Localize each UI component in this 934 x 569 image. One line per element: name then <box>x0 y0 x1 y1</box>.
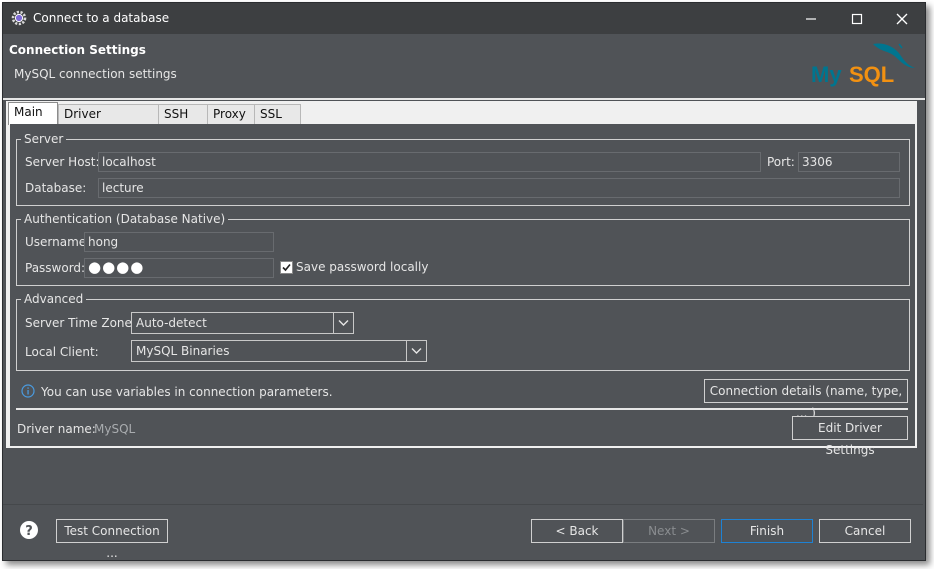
tab-ssl[interactable]: SSL <box>254 104 301 124</box>
password-label: Password: <box>25 261 86 275</box>
advanced-group-legend: Advanced <box>24 292 84 306</box>
authentication-group-legend: Authentication (Database Native) <box>24 212 226 226</box>
title-bar: Connect to a database <box>3 3 925 34</box>
dialog-header: Connection Settings MySQL connection set… <box>3 34 925 98</box>
server-time-zone-label: Server Time Zone: <box>25 316 136 330</box>
minimize-button[interactable] <box>788 3 834 34</box>
tab-main-label: Main <box>14 105 43 119</box>
maximize-button[interactable] <box>834 3 880 34</box>
variables-info-text: You can use variables in connection para… <box>41 385 333 399</box>
server-time-zone-dropdown-button[interactable] <box>333 313 353 333</box>
local-client-select[interactable]: MySQL Binaries <box>131 340 427 362</box>
tab-ssh-label: SSH <box>164 107 189 121</box>
app-gear-icon <box>11 10 27 26</box>
chevron-down-icon <box>338 320 349 326</box>
server-time-zone-value: Auto-detect <box>136 316 207 330</box>
back-button[interactable]: < Back <box>531 519 623 543</box>
header-title: Connection Settings <box>9 43 146 57</box>
local-client-value: MySQL Binaries <box>136 344 230 358</box>
tab-ssh[interactable]: SSH <box>158 104 208 124</box>
finish-button[interactable]: Finish <box>721 519 813 543</box>
checkmark-icon <box>282 263 291 272</box>
database-label: Database: <box>25 181 87 195</box>
footer-separator <box>3 504 923 505</box>
close-button[interactable] <box>879 3 925 34</box>
server-host-input[interactable]: localhost <box>98 152 761 172</box>
driver-name-label: Driver name: <box>17 422 96 436</box>
header-separator <box>3 98 925 100</box>
cancel-button[interactable]: Cancel <box>819 519 911 543</box>
next-button[interactable]: Next > <box>623 519 715 543</box>
connection-details-button[interactable]: Connection details (name, type, ... ) <box>704 379 908 420</box>
database-input[interactable]: lecture <box>98 178 900 198</box>
username-label: Username: <box>25 235 91 249</box>
server-host-label: Server Host: <box>25 155 100 169</box>
driver-name-value: MySQL <box>94 422 136 436</box>
logo-sql-text: SQL <box>849 62 894 87</box>
tab-driver-properties[interactable]: Driver properties <box>58 104 159 140</box>
username-input[interactable]: hong <box>84 232 274 252</box>
server-group-legend: Server <box>24 132 64 146</box>
help-icon[interactable]: ? <box>19 520 39 540</box>
save-password-checkbox[interactable] <box>280 261 293 274</box>
minimize-icon <box>806 18 816 20</box>
test-connection-button[interactable]: Test Connection ... <box>56 519 168 560</box>
window-title: Connect to a database <box>33 11 170 25</box>
local-client-label: Local Client: <box>25 345 99 359</box>
close-icon <box>896 13 908 25</box>
chevron-down-icon <box>411 348 422 354</box>
save-password-label: Save password locally <box>296 260 429 274</box>
driver-separator <box>16 408 908 410</box>
tab-proxy[interactable]: Proxy <box>207 104 255 124</box>
port-input[interactable]: 3306 <box>798 152 900 172</box>
header-subtitle: MySQL connection settings <box>14 67 177 81</box>
tab-main[interactable]: Main <box>8 102 58 125</box>
port-label: Port: <box>767 155 795 169</box>
edit-driver-settings-button[interactable]: Edit Driver Settings <box>792 416 908 457</box>
tab-ssl-label: SSL <box>260 107 282 121</box>
svg-text:?: ? <box>25 524 33 539</box>
password-input[interactable]: ●●●● <box>84 258 274 278</box>
server-time-zone-select[interactable]: Auto-detect <box>131 312 354 334</box>
tab-proxy-label: Proxy <box>213 107 246 121</box>
maximize-icon <box>851 13 863 25</box>
mysql-logo: My SQL <box>811 43 915 87</box>
main-tab-content: Server Server Host: localhost Port: 3306… <box>10 124 915 457</box>
local-client-dropdown-button[interactable] <box>406 341 426 361</box>
logo-my-text: My <box>811 62 842 87</box>
info-icon <box>21 384 35 398</box>
